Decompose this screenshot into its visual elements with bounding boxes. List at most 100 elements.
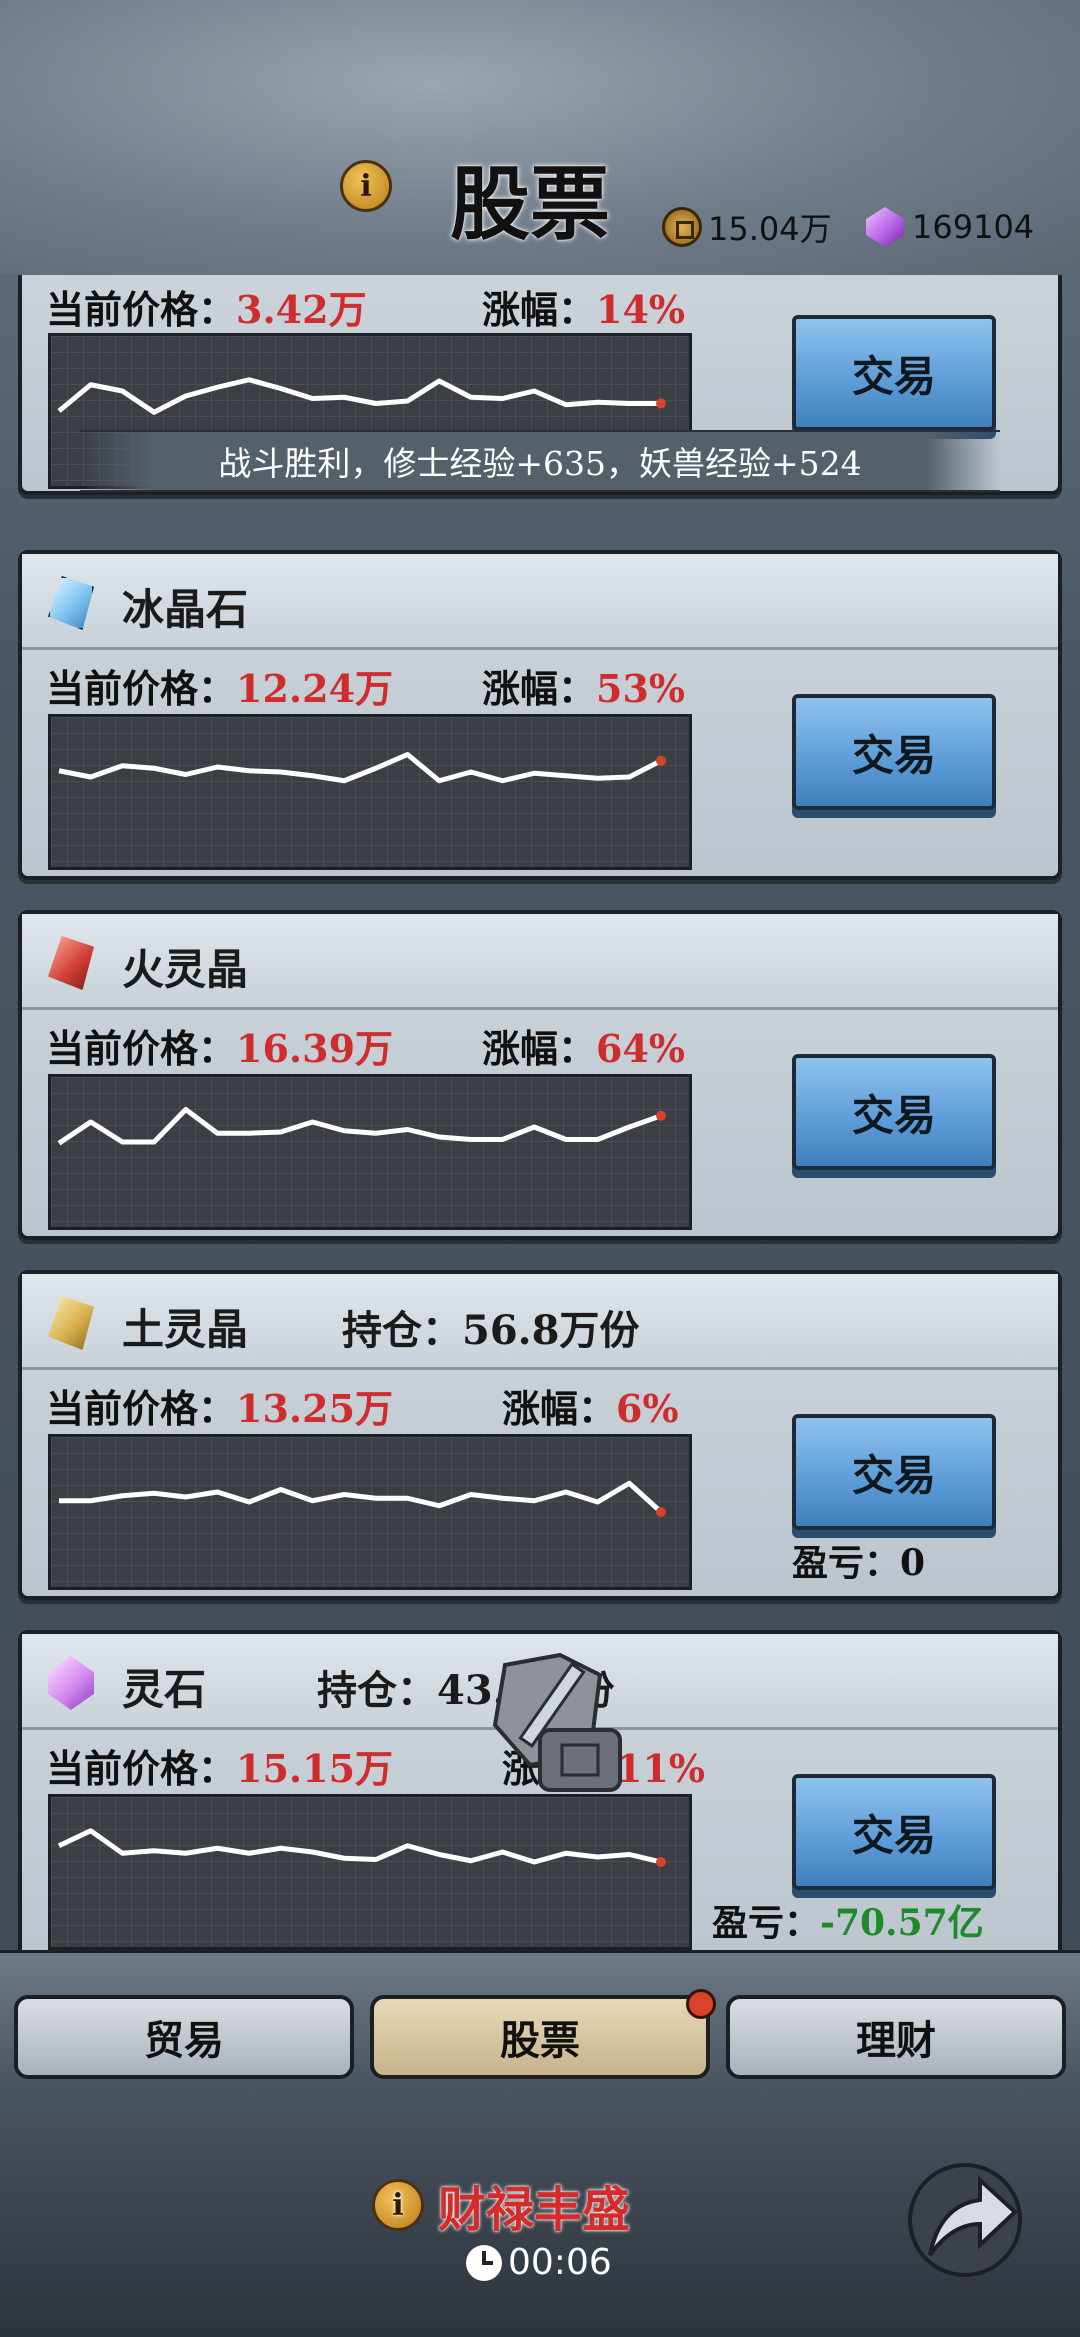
profit-loss-label: 盈亏： — [712, 1902, 821, 1944]
change-label: 涨幅： — [482, 287, 597, 332]
change-label: 涨幅： — [502, 1386, 617, 1431]
change-value: 64% — [596, 1026, 686, 1071]
trade-button[interactable]: 交易 — [792, 315, 996, 431]
stock-card: 土灵晶 持仓：56.8万份 当前价格：13.25万 涨幅：6% 交易 盈亏：0 — [18, 1270, 1062, 1600]
trade-button[interactable]: 交易 — [792, 694, 996, 810]
coin-balance: 15.04万 — [662, 205, 832, 249]
price-row: 当前价格：16.39万 — [46, 1018, 393, 1073]
sword-badge-icon[interactable] — [490, 1645, 630, 1795]
stock-card: 冰晶石 当前价格：12.24万 涨幅：53% 交易 — [18, 550, 1062, 880]
sparkline — [57, 1107, 666, 1146]
price-value: 3.42万 — [236, 287, 367, 332]
holding-row: 持仓：56.8万份 — [342, 1298, 639, 1356]
stock-card: 火灵晶 当前价格：16.39万 涨幅：64% 交易 — [18, 910, 1062, 1240]
price-label: 当前价格： — [46, 666, 237, 711]
price-value: 15.15万 — [236, 1746, 394, 1791]
coin-amount: 15.04万 — [708, 210, 832, 248]
countdown-value: 00:06 — [508, 2242, 612, 2283]
sparkline — [57, 1828, 666, 1867]
price-chart — [48, 1434, 692, 1590]
price-line — [59, 1480, 663, 1514]
card-header: 土灵晶 持仓：56.8万份 — [22, 1274, 1058, 1370]
last-price-dot — [656, 398, 666, 409]
info-icon[interactable]: i — [340, 160, 392, 212]
header: i 股票 15.04万 169104 — [0, 0, 1080, 275]
price-row: 当前价格：13.25万 — [46, 1378, 393, 1433]
gem-amount: 169104 — [912, 208, 1035, 246]
price-label: 当前价格： — [46, 1026, 237, 1071]
price-line — [58, 752, 663, 784]
holding-label: 持仓： — [342, 1307, 462, 1354]
price-line — [57, 377, 661, 415]
price-row: 当前价格：3.42万 — [46, 279, 367, 334]
footer: i 财禄丰盛 00:06 — [0, 2090, 1080, 2337]
change-row: 涨幅：14% — [482, 279, 685, 334]
change-value: 14% — [596, 287, 686, 332]
spirit-stone-icon — [48, 1656, 94, 1710]
change-row: 涨幅：6% — [502, 1378, 679, 1433]
card-header: 火灵晶 — [22, 914, 1058, 1010]
holding-value: 56.8万份 — [462, 1307, 640, 1354]
tab-label: 贸易 — [144, 2017, 224, 2064]
price-value: 13.25万 — [236, 1386, 394, 1431]
trade-button[interactable]: 交易 — [792, 1414, 996, 1530]
wealth-title: 财禄丰盛 — [438, 2182, 631, 2238]
sparkline — [59, 1480, 666, 1517]
stock-name: 灵石 — [122, 1665, 207, 1714]
last-price-dot — [656, 1857, 666, 1867]
coin-icon — [662, 207, 702, 247]
price-label: 当前价格： — [46, 287, 237, 332]
last-price-dot — [656, 755, 666, 766]
price-row: 当前价格：15.15万 — [46, 1738, 393, 1793]
tab-label: 股票 — [500, 2017, 580, 2064]
profit-loss-row: 盈亏：0 — [792, 1534, 925, 1586]
tab-bar: 贸易 股票 理财 — [0, 1950, 1080, 2090]
price-line — [57, 1828, 662, 1865]
info-icon[interactable]: i — [372, 2179, 424, 2231]
last-price-dot — [656, 1110, 666, 1121]
page-title: 股票 — [450, 157, 610, 251]
battle-toast: 战斗胜利，修士经验+635，妖兽经验+524 — [80, 430, 1000, 492]
trade-button[interactable]: 交易 — [792, 1774, 996, 1890]
stock-name: 冰晶石 — [122, 585, 249, 634]
sparkline — [58, 752, 666, 784]
stock-name: 土灵晶 — [122, 1305, 249, 1354]
gem-icon — [866, 207, 904, 247]
countdown: 00:06 — [466, 2242, 612, 2283]
profit-loss-value: 0 — [900, 1542, 926, 1584]
earth-crystal-icon — [48, 1296, 94, 1350]
change-label: 涨幅： — [482, 1026, 597, 1071]
tab-label: 理财 — [856, 2017, 936, 2064]
price-chart — [48, 714, 692, 870]
notification-dot — [686, 1989, 716, 2019]
price-label: 当前价格： — [46, 1386, 237, 1431]
tab-finance[interactable]: 理财 — [726, 1995, 1066, 2079]
stock-name: 火灵晶 — [122, 945, 249, 994]
price-line — [57, 1107, 662, 1146]
price-chart — [48, 1794, 692, 1950]
card-header: 冰晶石 — [22, 554, 1058, 650]
trade-button[interactable]: 交易 — [792, 1054, 996, 1170]
change-value: 53% — [596, 666, 686, 711]
holding-label: 持仓： — [317, 1667, 437, 1714]
profit-loss-value: -70.57亿 — [820, 1902, 984, 1944]
change-value: 6% — [616, 1386, 679, 1431]
price-value: 16.39万 — [236, 1026, 394, 1071]
price-row: 当前价格：12.24万 — [46, 658, 393, 713]
tab-trade[interactable]: 贸易 — [14, 1995, 354, 2079]
share-arrow-icon[interactable] — [900, 2150, 1030, 2280]
last-price-dot — [656, 1507, 666, 1517]
profit-loss-row: 盈亏：-70.57亿 — [712, 1894, 984, 1946]
change-row: 涨幅：64% — [482, 1018, 685, 1073]
change-row: 涨幅：53% — [482, 658, 685, 713]
change-label: 涨幅： — [482, 666, 597, 711]
fire-crystal-icon — [48, 936, 94, 990]
tab-stocks[interactable]: 股票 — [370, 1989, 716, 2079]
clock-icon — [466, 2244, 502, 2281]
price-chart — [48, 1074, 692, 1230]
ice-crystal-icon — [48, 576, 94, 630]
profit-loss-label: 盈亏： — [792, 1542, 901, 1584]
price-value: 12.24万 — [236, 666, 394, 711]
wealth-status[interactable]: i 财禄丰盛 — [372, 2170, 630, 2240]
gem-balance: 169104 — [866, 205, 1034, 249]
